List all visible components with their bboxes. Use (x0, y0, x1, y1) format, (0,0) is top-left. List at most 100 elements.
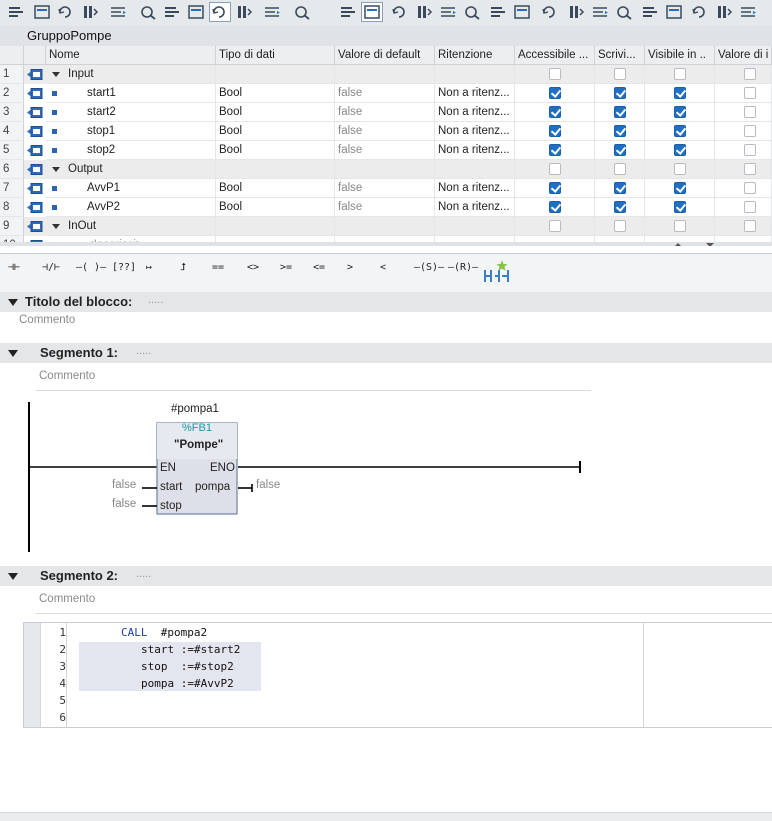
palette-item-7[interactable]: == (212, 262, 224, 284)
retain-cell[interactable]: Non a ritenz... (435, 141, 515, 160)
table-splitter[interactable] (0, 242, 772, 246)
palette-item-14[interactable]: –(R)– (448, 262, 478, 284)
lad-compile-icon[interactable] (292, 3, 312, 21)
undo-icon[interactable] (390, 3, 410, 21)
visible-checkbox[interactable] (674, 87, 686, 99)
name-cell[interactable]: AvvP2 (46, 198, 216, 217)
visible-checkbox[interactable] (674, 220, 686, 232)
palette-item-10[interactable]: <= (313, 262, 325, 284)
writable-checkbox[interactable] (614, 144, 626, 156)
collapse-arrow-icon[interactable] (8, 299, 18, 306)
column-header-4[interactable]: Ritenzione (435, 46, 515, 65)
accessible-checkbox[interactable] (549, 125, 561, 137)
segment-2-comment[interactable]: Commento (39, 593, 95, 605)
accessible-checkbox[interactable] (549, 68, 561, 80)
column-header-8[interactable]: Valore di i (715, 46, 772, 65)
type-cell[interactable] (216, 217, 335, 236)
palette-item-6[interactable]: ⮥ (180, 262, 186, 284)
section-row[interactable]: 1 Input (0, 65, 772, 84)
setpoint-checkbox[interactable] (744, 106, 756, 118)
palette-item-9[interactable]: >= (280, 262, 292, 284)
palette-item-13[interactable]: –(S)– (414, 262, 444, 284)
writable-checkbox[interactable] (614, 220, 626, 232)
clear-icon[interactable] (108, 3, 128, 21)
retain-cell[interactable]: Non a ritenz... (435, 122, 515, 141)
code-line[interactable]: pompa :=#AvvP2 (141, 677, 234, 690)
retain-cell[interactable]: Non a ritenz... (435, 103, 515, 122)
insert-block-icon[interactable] (6, 3, 26, 21)
retain-cell[interactable] (435, 160, 515, 179)
default-cell[interactable]: false (335, 84, 435, 103)
type-cell[interactable]: Bool (216, 179, 335, 198)
palette-item-8[interactable]: <> (247, 262, 259, 284)
default-cell[interactable] (335, 217, 435, 236)
collapse-arrow-icon[interactable] (8, 350, 18, 357)
comment-toggle-icon[interactable] (209, 2, 231, 22)
setpoint-checkbox[interactable] (744, 220, 756, 232)
setpoint-checkbox[interactable] (744, 163, 756, 175)
table-row[interactable]: 4 stop1 Bool false Non a ritenz... (0, 122, 772, 141)
name-cell[interactable]: InOut (46, 217, 216, 236)
palette-item-11[interactable]: > (347, 262, 353, 284)
split-icon[interactable] (614, 3, 634, 21)
default-cell[interactable]: false (335, 141, 435, 160)
network-expand-icon[interactable] (162, 3, 182, 21)
block-comment[interactable]: Commento (19, 314, 75, 326)
accessible-checkbox[interactable] (549, 163, 561, 175)
table-row[interactable]: 7 AvvP1 Bool false Non a ritenz... (0, 179, 772, 198)
monitor-down-icon[interactable] (234, 3, 254, 21)
list2-icon[interactable] (488, 3, 508, 21)
name-cell[interactable]: stop2 (46, 141, 216, 160)
segment-1-comment[interactable]: Commento (39, 370, 95, 382)
insert-row-icon[interactable] (56, 3, 76, 21)
scl-code-editor[interactable]: 1 CALL #pompa2 2 start :=#start2 3 stop :=#st… (23, 622, 772, 728)
column-header-6[interactable]: Scrivi... (595, 46, 645, 65)
stop-operand[interactable]: false (112, 498, 136, 510)
accessible-checkbox[interactable] (549, 182, 561, 194)
default-cell[interactable]: false (335, 179, 435, 198)
network-collapse-icon[interactable] (186, 3, 206, 21)
type-cell[interactable]: Bool (216, 103, 335, 122)
default-cell[interactable] (335, 160, 435, 179)
setpoint-checkbox[interactable] (744, 201, 756, 213)
setpoint-checkbox[interactable] (744, 144, 756, 156)
display-icon[interactable] (462, 3, 482, 21)
table-row[interactable]: 3 start2 Bool false Non a ritenz... (0, 103, 772, 122)
name-cell[interactable]: start1 (46, 84, 216, 103)
type-cell[interactable]: Bool (216, 122, 335, 141)
visible-checkbox[interactable] (674, 182, 686, 194)
name-cell[interactable]: stop1 (46, 122, 216, 141)
block-title-header[interactable]: Titolo del blocco: ..... (0, 292, 772, 312)
type-cell[interactable]: Bool (216, 141, 335, 160)
retain-cell[interactable] (435, 217, 515, 236)
segment-2-header[interactable]: Segmento 2: ..... (0, 566, 772, 586)
type-cell[interactable] (216, 65, 335, 84)
code-line[interactable]: CALL #pompa2 (121, 626, 207, 639)
default-cell[interactable]: false (335, 198, 435, 217)
accessible-checkbox[interactable] (549, 106, 561, 118)
accessible-checkbox[interactable] (549, 87, 561, 99)
retain-cell[interactable]: Non a ritenz... (435, 84, 515, 103)
monitor-icon[interactable] (414, 3, 434, 21)
retain-cell[interactable]: Non a ritenz... (435, 198, 515, 217)
expand-triangle-icon[interactable] (52, 72, 60, 77)
column-header-7[interactable]: Visibile in .. (645, 46, 715, 65)
column-header-3[interactable]: Valore di default (335, 46, 435, 65)
expand-triangle-icon[interactable] (52, 224, 60, 229)
start-operand[interactable]: false (112, 479, 136, 491)
retain-cell[interactable]: Non a ritenz... (435, 179, 515, 198)
column-header-5[interactable]: Accessibile ... (515, 46, 595, 65)
code-line[interactable]: start :=#start2 (141, 643, 240, 656)
palette-item-1[interactable]: ⊣⊢ (8, 262, 20, 284)
visible-checkbox[interactable] (674, 125, 686, 137)
retain-cell[interactable] (435, 65, 515, 84)
visible-checkbox[interactable] (674, 106, 686, 118)
indent-left-icon[interactable] (540, 3, 560, 21)
collapse-arrow-icon[interactable] (8, 573, 18, 580)
writable-checkbox[interactable] (614, 125, 626, 137)
name-cell[interactable]: Input (46, 65, 216, 84)
visible-checkbox[interactable] (674, 144, 686, 156)
column-header-1[interactable]: Nome (46, 46, 216, 65)
default-cell[interactable]: false (335, 122, 435, 141)
accessible-checkbox[interactable] (549, 220, 561, 232)
